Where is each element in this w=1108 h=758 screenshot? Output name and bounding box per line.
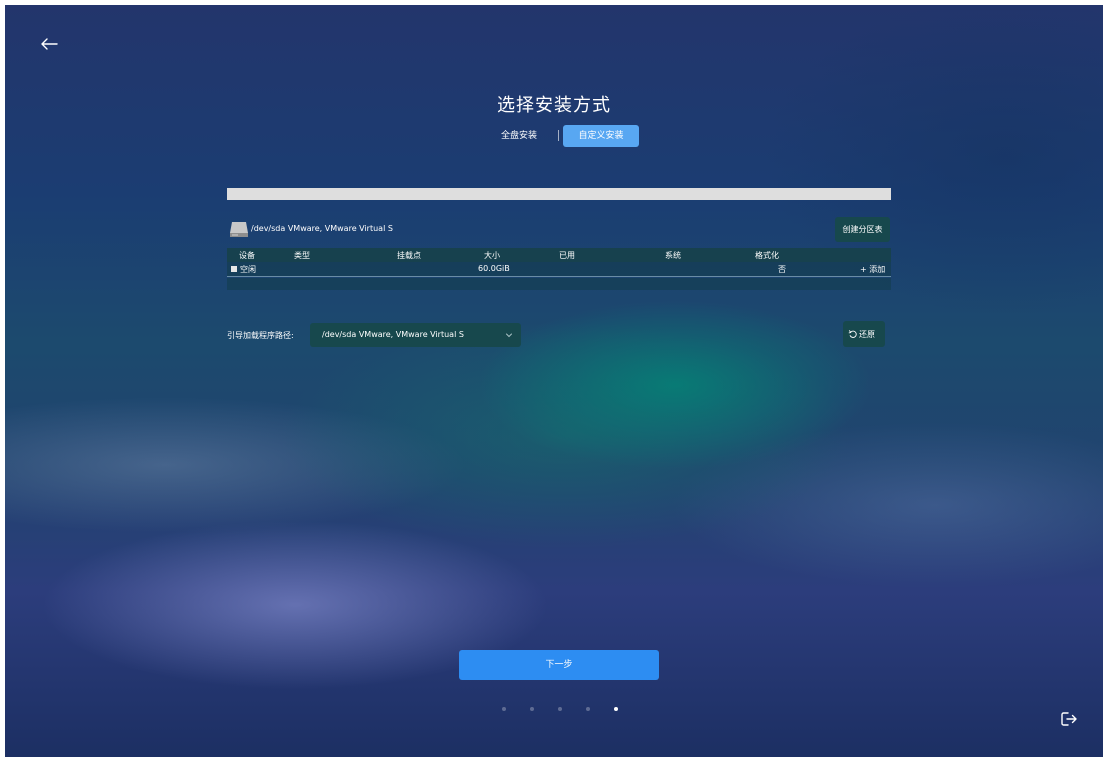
header-format: 格式化 bbox=[755, 251, 779, 260]
partition-usage-bar bbox=[227, 188, 891, 200]
restore-button[interactable]: 还原 bbox=[843, 321, 885, 347]
disk-header: /dev/sda VMware, VMware Virtual S bbox=[227, 219, 647, 239]
free-space-marker bbox=[231, 266, 237, 272]
disk-label: /dev/sda VMware, VMware Virtual S bbox=[251, 224, 393, 233]
undo-icon bbox=[848, 330, 857, 338]
table-empty-row bbox=[227, 278, 891, 290]
tab-custom-install[interactable]: 自定义安装 bbox=[563, 125, 639, 147]
row-size: 60.0GiB bbox=[478, 264, 510, 273]
header-size: 大小 bbox=[484, 251, 500, 260]
step-dot-2[interactable] bbox=[530, 707, 534, 711]
table-header: 设备 类型 挂载点 大小 已用 系统 格式化 bbox=[227, 248, 891, 262]
partition-table: 设备 类型 挂载点 大小 已用 系统 格式化 空闲 60.0GiB 否 + 添加 bbox=[227, 248, 891, 296]
header-system: 系统 bbox=[665, 251, 681, 260]
tab-full-disk-install[interactable]: 全盘安装 bbox=[494, 125, 544, 147]
exit-button[interactable] bbox=[1057, 707, 1081, 731]
back-button[interactable] bbox=[35, 31, 63, 57]
hard-disk-icon bbox=[230, 222, 248, 237]
row-divider bbox=[227, 276, 891, 277]
table-row[interactable]: 空闲 60.0GiB 否 + 添加 bbox=[227, 262, 891, 276]
installer-screen: 选择安装方式 全盘安装 自定义安装 /dev/sda VMware, VMwar… bbox=[5, 5, 1103, 757]
row-format: 否 bbox=[778, 265, 786, 274]
step-dot-3[interactable] bbox=[558, 707, 562, 711]
bootloader-label: 引导加载程序路径: bbox=[227, 331, 294, 340]
header-mount: 挂载点 bbox=[397, 251, 421, 260]
page-title: 选择安装方式 bbox=[497, 95, 611, 116]
tab-separator bbox=[558, 130, 559, 141]
row-device: 空闲 bbox=[231, 264, 256, 275]
header-type: 类型 bbox=[294, 251, 310, 260]
add-partition-button[interactable]: + 添加 bbox=[860, 264, 885, 275]
next-button[interactable]: 下一步 bbox=[459, 650, 659, 680]
bootloader-selected-value: /dev/sda VMware, VMware Virtual S bbox=[322, 330, 464, 339]
back-arrow-icon bbox=[41, 38, 58, 50]
step-indicator bbox=[500, 705, 620, 713]
exit-icon bbox=[1061, 712, 1077, 726]
step-dot-5[interactable] bbox=[614, 707, 618, 711]
step-dot-4[interactable] bbox=[586, 707, 590, 711]
create-partition-table-button[interactable]: 创建分区表 bbox=[835, 217, 890, 242]
bootloader-select[interactable]: /dev/sda VMware, VMware Virtual S bbox=[310, 323, 521, 347]
header-used: 已用 bbox=[559, 251, 575, 260]
restore-label: 还原 bbox=[859, 330, 875, 339]
header-device: 设备 bbox=[239, 251, 255, 260]
step-dot-1[interactable] bbox=[502, 707, 506, 711]
chevron-down-icon bbox=[506, 333, 512, 338]
